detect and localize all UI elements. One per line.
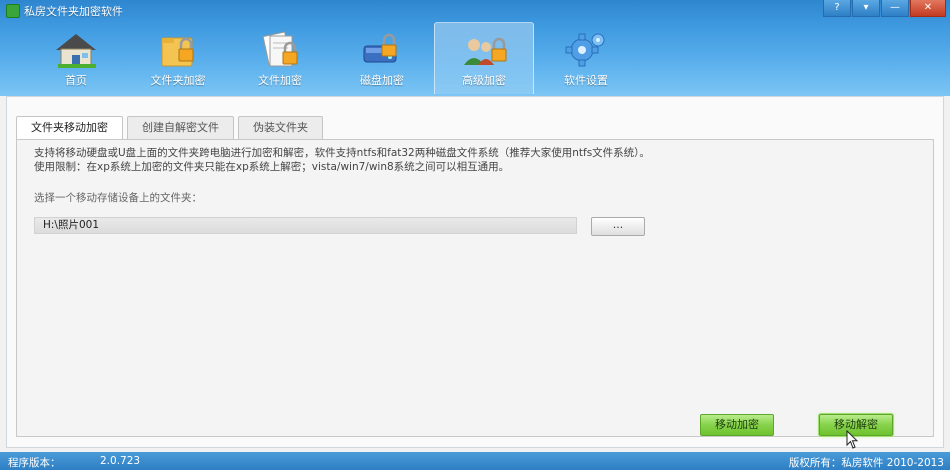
toolbar-item-settings[interactable]: 软件设置 <box>536 22 636 94</box>
app-logo-icon <box>6 4 20 18</box>
users-lock-icon <box>464 37 507 65</box>
toolbar-item-advanced-encrypt[interactable]: 高级加密 <box>434 22 534 94</box>
toolbar-item-home[interactable]: 首页 <box>26 22 126 94</box>
window-title: 私房文件夹加密软件 <box>24 5 123 18</box>
version-value: 2.0.723 <box>100 455 141 467</box>
toolbar-item-label: 文件加密 <box>258 74 302 87</box>
status-bar: 程序版本： 2.0.723 版权所有：私房软件 2010-2013 <box>0 452 950 470</box>
window-controls: ? ▾ — ✕ <box>823 0 946 17</box>
menu-button[interactable]: ▾ <box>852 0 880 17</box>
description: 支持将移动硬盘或U盘上面的文件夹跨电脑进行加密和解密，软件支持ntfs和fat3… <box>34 146 650 174</box>
folder-path-input[interactable]: H:\照片001 <box>34 217 577 234</box>
main-toolbar: 首页 文件夹加密 文件加密 磁盘加密 高级加密 软件设置 <box>26 22 638 94</box>
tab-folder-move-encrypt[interactable]: 文件夹移动加密 <box>16 116 123 140</box>
toolbar-item-file-encrypt[interactable]: 文件加密 <box>230 22 330 94</box>
minimize-button[interactable]: — <box>881 0 909 17</box>
title-bar: 私房文件夹加密软件 ? ▾ — ✕ 首页 文件夹加密 文件加密 磁盘加密 高级加… <box>0 0 950 96</box>
tab-create-self-decrypt[interactable]: 创建自解密文件 <box>127 116 234 139</box>
help-button[interactable]: ? <box>823 0 851 17</box>
file-lock-icon <box>262 31 298 67</box>
gear-icon <box>565 33 605 67</box>
choose-folder-label: 选择一个移动存储设备上的文件夹： <box>34 192 202 204</box>
toolbar-item-label: 软件设置 <box>564 74 608 87</box>
toolbar-item-label: 磁盘加密 <box>360 74 404 87</box>
folder-lock-icon <box>161 37 194 67</box>
copyright-text: 版权所有：私房软件 2010-2013 <box>788 457 944 469</box>
version-label: 程序版本： <box>8 457 61 469</box>
toolbar-item-label: 首页 <box>65 74 87 87</box>
tab-content: 支持将移动硬盘或U盘上面的文件夹跨电脑进行加密和解密，软件支持ntfs和fat3… <box>16 139 934 437</box>
tab-disguise-folder[interactable]: 伪装文件夹 <box>238 116 323 139</box>
toolbar-item-folder-encrypt[interactable]: 文件夹加密 <box>128 22 228 94</box>
disk-lock-icon <box>363 33 397 63</box>
browse-button[interactable]: ... <box>591 217 645 236</box>
tab-strip: 文件夹移动加密 创建自解密文件 伪装文件夹 <box>16 116 327 140</box>
close-button[interactable]: ✕ <box>910 0 946 17</box>
home-icon <box>56 34 96 68</box>
move-encrypt-button[interactable]: 移动加密 <box>700 414 774 436</box>
content-panel: 文件夹移动加密 创建自解密文件 伪装文件夹 支持将移动硬盘或U盘上面的文件夹跨电… <box>6 96 944 448</box>
toolbar-item-disk-encrypt[interactable]: 磁盘加密 <box>332 22 432 94</box>
description-line: 支持将移动硬盘或U盘上面的文件夹跨电脑进行加密和解密，软件支持ntfs和fat3… <box>34 147 650 159</box>
toolbar-item-label: 文件夹加密 <box>150 74 206 87</box>
mouse-cursor-icon <box>846 430 859 449</box>
toolbar-item-label: 高级加密 <box>462 74 506 87</box>
description-line: 使用限制：在xp系统上加密的文件夹只能在xp系统上解密；vista/win7/w… <box>34 161 510 173</box>
